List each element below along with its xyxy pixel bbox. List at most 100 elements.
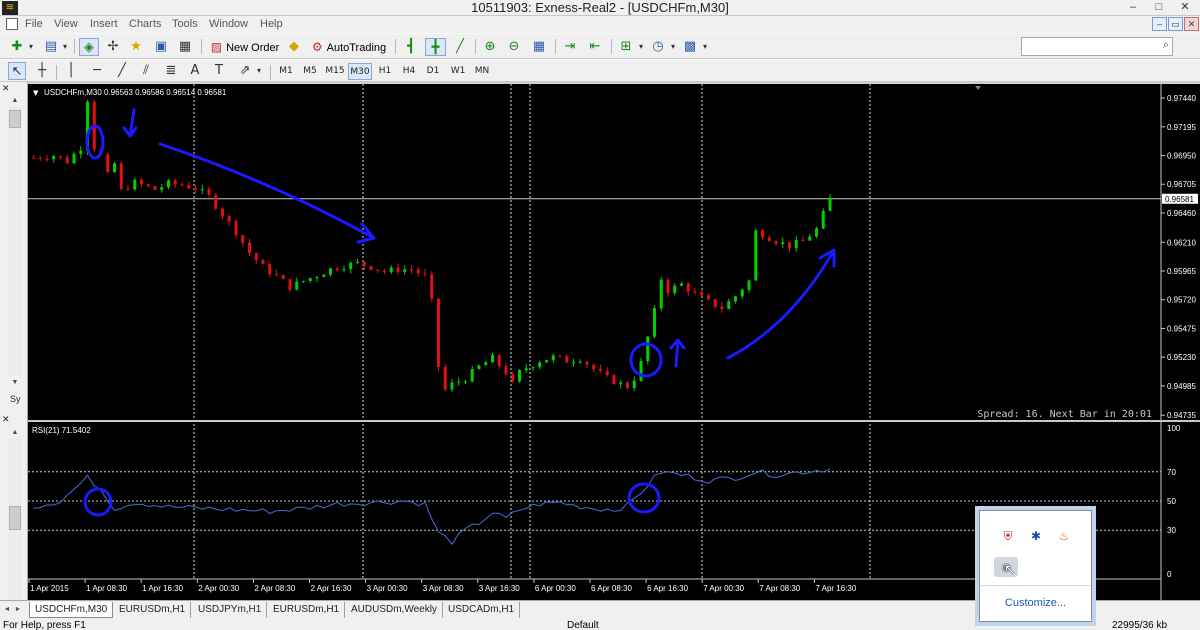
candle-body [140, 179, 143, 185]
search-icon[interactable]: ⌕ [1163, 39, 1169, 52]
arrows-dropdown-icon[interactable]: ▾ [254, 62, 264, 80]
crosshair-tool-icon[interactable]: ┼ [33, 62, 51, 80]
bar-chart-icon[interactable]: ┫ [401, 38, 421, 56]
trendline-icon[interactable]: ╱ [113, 62, 131, 80]
market-watch-icon[interactable]: ◈ [79, 38, 99, 56]
timeframe-d1-button[interactable]: D1 [423, 63, 443, 80]
tab-usdjpym-h1[interactable]: USDJPYm,H1 [193, 602, 268, 618]
time-tick-label: 6 Apr 16:30 [647, 584, 688, 593]
navigator-close-icon[interactable]: ✕ [2, 414, 10, 425]
metaeditor-icon[interactable]: ◆ [285, 38, 303, 56]
annotation-arrow-downtrend [158, 142, 376, 244]
vertical-line-icon[interactable]: │ [62, 62, 80, 80]
chart-restore-button[interactable]: ▭ [1168, 17, 1183, 31]
flame-icon[interactable]: ♨ [1056, 529, 1072, 543]
tab-audusdm-weekly[interactable]: AUDUSDm,Weekly [346, 602, 443, 618]
chart-minimize-button[interactable]: – [1152, 17, 1167, 31]
channel-icon[interactable]: ⫽ [137, 62, 155, 80]
rsi-label: RSI(21) 71.5402 [32, 426, 91, 435]
new-chart-dropdown-icon[interactable]: ▾ [26, 38, 36, 56]
menu-help[interactable]: Help [260, 17, 283, 32]
menu-insert[interactable]: Insert [90, 17, 118, 32]
menu-tools[interactable]: Tools [172, 17, 198, 32]
periods-icon[interactable]: ◷ [648, 38, 668, 56]
minimize-button[interactable]: – [1120, 0, 1146, 15]
candle-body [369, 266, 373, 270]
tab-eurusdm-h1[interactable]: EURUSDm,H1 [114, 602, 192, 618]
candlestick-chart-icon[interactable]: ╋ [425, 38, 446, 56]
timeframe-w1-button[interactable]: W1 [448, 63, 468, 80]
menu-charts[interactable]: Charts [129, 17, 161, 32]
indicators-dropdown-icon[interactable]: ▾ [636, 38, 646, 56]
menu-window[interactable]: Window [209, 17, 248, 32]
panel-scrollbar-thumb[interactable] [9, 110, 21, 128]
timeframe-mn-button[interactable]: MN [472, 63, 492, 80]
templates-icon[interactable]: ▩ [680, 38, 700, 56]
mouse-cursor-icon: ↖ [1004, 562, 1016, 578]
new-chart-icon[interactable]: ✚ [8, 38, 26, 56]
indicators-icon[interactable]: ⊞ [616, 38, 636, 56]
candle-body [234, 221, 238, 236]
tab-scroll-right-icon[interactable]: ► [13, 603, 23, 617]
tile-windows-icon[interactable]: ▦ [529, 38, 549, 56]
status-traffic: 22995/36 kb [1112, 620, 1168, 630]
scroll-up-icon[interactable]: ▲ [9, 96, 21, 106]
chart-close-button[interactable]: ✕ [1184, 17, 1199, 31]
navigator-scrollbar-thumb[interactable] [9, 506, 21, 530]
cursor-tool-icon[interactable]: ↖ [8, 62, 26, 80]
candle-body [639, 361, 643, 381]
tab-scroll-left-icon[interactable]: ◄ [2, 603, 12, 617]
chart-collapse-icon[interactable]: ▼ [33, 89, 39, 97]
panel-scrollbar[interactable] [8, 106, 22, 376]
candle-body [113, 163, 116, 173]
profiles-dropdown-icon[interactable]: ▾ [60, 38, 70, 56]
price-tick-label: 0.97440 [1167, 94, 1196, 103]
zoom-in-icon[interactable]: ⊕ [480, 38, 500, 56]
zoom-out-icon[interactable]: ⊖ [504, 38, 524, 56]
menu-file[interactable]: File [25, 17, 43, 32]
periods-dropdown-icon[interactable]: ▾ [668, 38, 678, 56]
tester-icon[interactable]: ▦ [176, 38, 194, 56]
nav-scroll-up-icon[interactable]: ▲ [9, 428, 21, 438]
text-label-icon[interactable]: T [210, 62, 228, 80]
terminal-icon[interactable]: ▣ [152, 38, 170, 56]
navigator-icon[interactable]: ✢ [104, 38, 122, 56]
text-tool-icon[interactable]: A [186, 62, 204, 80]
close-button[interactable]: ✕ [1172, 0, 1198, 15]
scroll-down-icon[interactable]: ▼ [9, 378, 21, 388]
tab-usdchfm-m30[interactable]: USDCHFm,M30 [29, 602, 114, 618]
menu-view[interactable]: View [54, 17, 78, 32]
symbols-tab[interactable]: Sy [10, 394, 21, 404]
customize-link[interactable]: Customize... [980, 597, 1091, 609]
chart-shift-icon[interactable]: ⇤ [585, 38, 605, 56]
panel-close-icon[interactable]: ✕ [2, 83, 10, 94]
horizontal-line-icon[interactable]: ─ [87, 62, 107, 80]
timeframe-h1-button[interactable]: H1 [375, 63, 395, 80]
new-order-button[interactable]: ▨ New Order [207, 38, 283, 56]
tab-usdcadm-h1[interactable]: USDCADm,H1 [443, 602, 521, 618]
autotrading-button[interactable]: ⚙ AutoTrading [308, 38, 390, 56]
antivirus-icon[interactable]: ⛨ [1000, 529, 1016, 543]
bluetooth-icon[interactable]: ✱ [1028, 529, 1044, 543]
separator [201, 39, 202, 54]
arrows-icon[interactable]: ⇗ [236, 62, 254, 80]
templates-dropdown-icon[interactable]: ▾ [700, 38, 710, 56]
timeframe-m30-button[interactable]: M30 [348, 63, 372, 80]
timeframe-m15-button[interactable]: M15 [323, 63, 347, 80]
profiles-icon[interactable]: ▤ [42, 38, 60, 56]
autoscroll-icon[interactable]: ⇥ [560, 38, 580, 56]
rsi-tick-label: 100 [1167, 424, 1181, 433]
timeframe-m1-button[interactable]: M1 [276, 63, 296, 80]
line-chart-icon[interactable]: ╱ [450, 38, 470, 56]
timeframe-m5-button[interactable]: M5 [300, 63, 320, 80]
timeframe-h4-button[interactable]: H4 [399, 63, 419, 80]
fibonacci-icon[interactable]: ≣ [162, 62, 180, 80]
candle-body [329, 268, 332, 275]
time-tick-label: 7 Apr 00:30 [703, 584, 744, 593]
tab-eurusdm-h1-2[interactable]: EURUSDm,H1 [268, 602, 346, 618]
spread-label: Spread: 16. Next Bar in 20:01 [977, 409, 1152, 420]
maximize-button[interactable]: □ [1146, 0, 1172, 15]
candle-body [767, 237, 771, 242]
data-window-icon[interactable]: ★ [127, 38, 145, 56]
search-input[interactable]: ⌕ [1021, 37, 1173, 56]
